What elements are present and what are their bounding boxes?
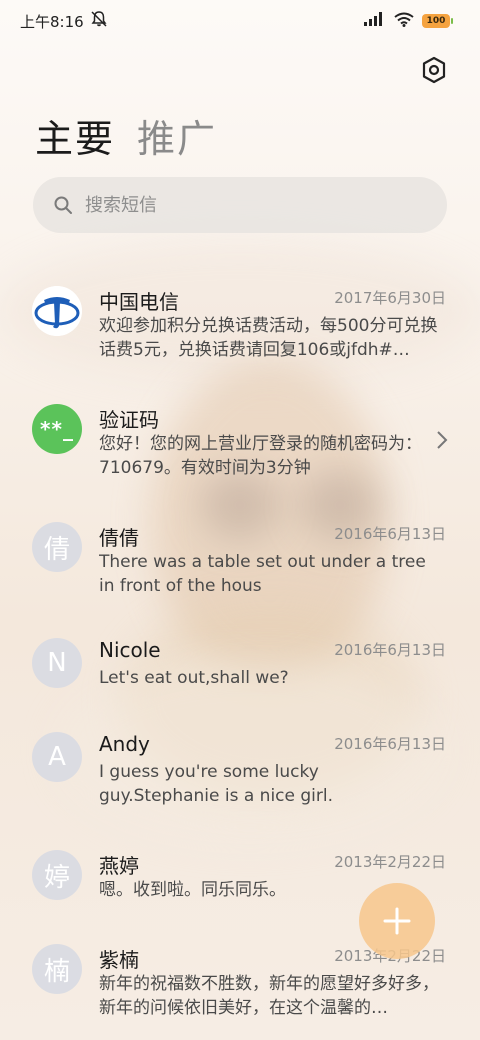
- message-preview: Let's eat out,shall we?: [99, 668, 289, 688]
- settings-hexagon-icon: [422, 56, 446, 84]
- telecom-logo-icon: [32, 286, 82, 336]
- verification-code-avatar: **_: [32, 404, 82, 454]
- sender-name: 验证码: [99, 408, 159, 432]
- signal-icon: [364, 12, 386, 30]
- plus-icon: [383, 907, 411, 935]
- new-message-button[interactable]: [359, 883, 435, 959]
- status-bar: 上午8:16 100: [0, 0, 480, 42]
- contact-avatar: A: [32, 732, 82, 782]
- message-preview: 新年的祝福数不胜数，新年的愿望好多好多，新年的问候依旧美好，在这个温馨的…: [99, 974, 439, 1018]
- search-bar[interactable]: [33, 177, 447, 233]
- sender-name: 倩倩: [99, 526, 139, 550]
- telecom-logo-avatar: [32, 286, 82, 336]
- search-input[interactable]: [85, 194, 405, 216]
- tab-main[interactable]: 主要: [35, 114, 115, 164]
- contact-avatar: 婷: [32, 850, 82, 900]
- message-row[interactable]: 倩 倩倩 2016年6月13日 There was a table set ou…: [0, 498, 480, 608]
- battery-icon: 100: [422, 14, 453, 28]
- sender-name: Andy: [99, 732, 150, 756]
- sender-name: Nicole: [99, 638, 161, 662]
- tab-promotion[interactable]: 推广: [137, 114, 217, 164]
- sender-name: 燕婷: [99, 854, 139, 878]
- message-date: 2017年6月30日: [334, 289, 446, 307]
- category-tabs: 主要 推广: [35, 114, 217, 164]
- message-row[interactable]: **_ 验证码 您好！您的网上营业厅登录的随机密码为：710679。有效时间为3…: [0, 380, 480, 490]
- wifi-icon: [394, 12, 414, 31]
- message-preview: I guess you're some lucky guy.Stephanie …: [99, 762, 334, 806]
- message-row[interactable]: 中国电信 2017年6月30日 欢迎参加积分兑换话费活动，每500分可兑换话费5…: [0, 262, 480, 372]
- chevron-right-icon: [437, 431, 448, 449]
- message-row[interactable]: A Andy 2016年6月13日 I guess you're some lu…: [0, 708, 480, 818]
- sender-name: 中国电信: [99, 290, 179, 314]
- contact-avatar: 倩: [32, 522, 82, 572]
- status-time: 上午8:16: [20, 12, 84, 31]
- message-preview: 欢迎参加积分兑换话费活动，每500分可兑换话费5元，兑换话费请回复106或jfd…: [99, 316, 438, 360]
- message-preview: 您好！您的网上营业厅登录的随机密码为：710679。有效时间为3分钟: [99, 434, 422, 478]
- message-date: 2016年6月13日: [334, 525, 446, 543]
- message-date: 2013年2月22日: [334, 853, 446, 871]
- message-date: 2016年6月13日: [334, 735, 446, 753]
- contact-avatar: N: [32, 638, 82, 688]
- search-icon: [54, 196, 72, 214]
- contact-avatar: 楠: [32, 944, 82, 994]
- settings-button[interactable]: [420, 56, 448, 84]
- message-date: 2016年6月13日: [334, 641, 446, 659]
- message-preview: There was a table set out under a tree i…: [99, 552, 426, 596]
- sender-name: 紫楠: [99, 948, 139, 972]
- mute-bell-icon: [90, 10, 108, 32]
